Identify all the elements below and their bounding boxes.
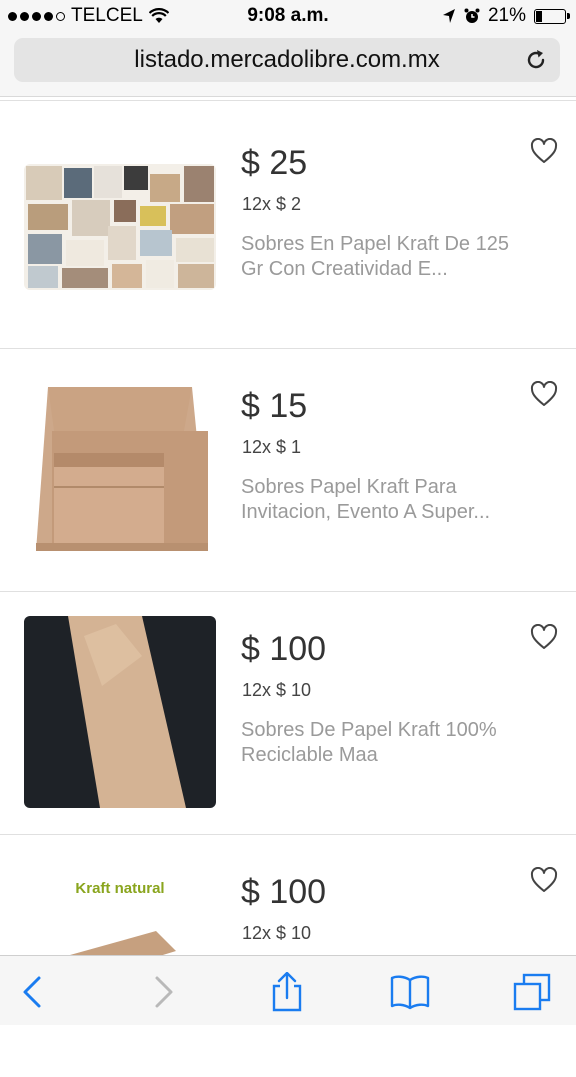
product-title[interactable]: Sobres En Papel Kraft De 125 Gr Con Crea…	[241, 232, 541, 282]
browser-toolbar	[0, 955, 576, 1025]
product-image-text: Kraft natural	[75, 880, 164, 897]
heart-icon[interactable]	[530, 381, 558, 407]
installments: 12x $ 10	[242, 680, 312, 700]
list-item[interactable]: $ 15 12x $ 1 Sobres Papel Kraft Para Inv…	[0, 349, 576, 592]
product-title-line[interactable]: Sobres De Papel Kraft 100%	[241, 718, 541, 743]
browser-chrome: TELCEL 9:08 a.m. 21% listado.mercadolibr…	[0, 0, 576, 97]
status-bar: TELCEL 9:08 a.m. 21%	[0, 0, 576, 32]
bookmarks-icon[interactable]	[390, 972, 430, 1012]
product-price: $ 15	[241, 387, 308, 425]
product-image[interactable]	[24, 616, 216, 808]
battery-percent: 21%	[487, 5, 526, 26]
installments: 12x $ 10	[242, 923, 312, 943]
product-title-line[interactable]: Sobres En Papel Kraft De 125	[241, 232, 541, 257]
address-bar[interactable]: listado.mercadolibre.com.mx	[14, 38, 560, 82]
url-text[interactable]: listado.mercadolibre.com.mx	[14, 46, 560, 74]
product-image[interactable]	[24, 373, 216, 565]
product-price: $ 100	[241, 873, 327, 911]
heart-icon[interactable]	[530, 624, 558, 650]
product-price: $ 25	[241, 144, 308, 182]
heart-icon[interactable]	[530, 867, 558, 893]
battery-icon	[534, 8, 570, 24]
tabs-icon[interactable]	[512, 972, 552, 1012]
product-image[interactable]	[24, 164, 216, 290]
location-icon	[442, 9, 455, 23]
product-title[interactable]: Sobres De Papel Kraft 100% Reciclable Ma…	[241, 718, 541, 768]
heart-icon[interactable]	[530, 138, 558, 164]
product-price: $ 100	[241, 630, 327, 668]
list-item[interactable]: $ 25 12x $ 2 Sobres En Papel Kraft De 12…	[0, 106, 576, 349]
alarm-icon	[464, 8, 480, 23]
list-item[interactable]: $ 100 12x $ 10 Sobres De Papel Kraft 100…	[0, 592, 576, 835]
product-title-line[interactable]: Reciclable Maa	[241, 743, 541, 768]
reload-icon[interactable]	[524, 48, 548, 72]
product-title-line[interactable]: Gr Con Creatividad E...	[241, 257, 541, 282]
back-icon[interactable]	[14, 972, 54, 1012]
product-title-line[interactable]: Invitacion, Evento A Super...	[241, 500, 541, 525]
share-icon[interactable]	[267, 972, 307, 1012]
product-list: $ 25 12x $ 2 Sobres En Papel Kraft De 12…	[0, 100, 576, 1077]
installments: 12x $ 1	[242, 437, 302, 457]
product-title-line[interactable]: Sobres Papel Kraft Para	[241, 475, 541, 500]
forward-icon[interactable]	[142, 972, 182, 1012]
product-title[interactable]: Sobres Papel Kraft Para Invitacion, Even…	[241, 475, 541, 525]
installments: 12x $ 2	[242, 194, 302, 214]
